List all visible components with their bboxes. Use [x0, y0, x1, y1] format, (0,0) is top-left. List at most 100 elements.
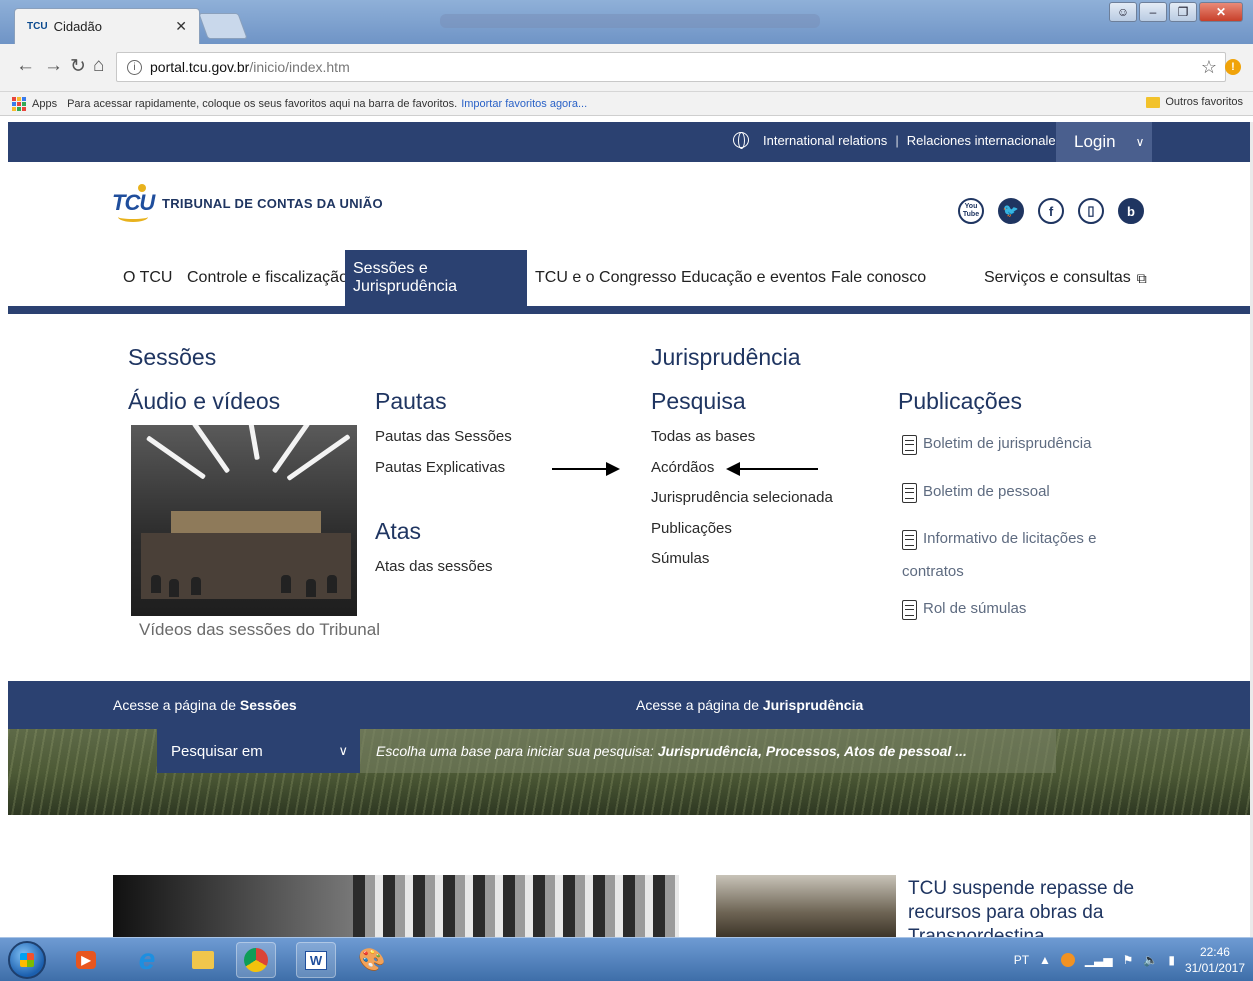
internet-explorer-icon[interactable]: e [127, 942, 167, 978]
link-informativo-contratos[interactable]: contratos [902, 563, 964, 580]
start-button[interactable] [8, 941, 46, 979]
org-name: TRIBUNAL DE CONTAS DA UNIÃO [162, 195, 383, 211]
tcu-logo-mark: TCU [112, 180, 158, 226]
system-tray: PT ▲ ▁▃▅ ⚑ 🔈 ▮ 22:46 31/01/2017 [1014, 942, 1245, 978]
file-explorer-icon[interactable] [183, 942, 223, 978]
bookmarks-hint: Para acessar rapidamente, coloque os seu… [67, 97, 458, 110]
mobile-app-icon[interactable]: ▯ [1078, 198, 1104, 224]
avast-icon[interactable] [1060, 953, 1075, 967]
link-publicacoes[interactable]: Publicações [651, 520, 732, 537]
link-acordaos[interactable]: Acórdãos [651, 459, 714, 476]
blog-icon[interactable]: b [1118, 198, 1144, 224]
link-jurisprudencia-selecionada[interactable]: Jurisprudência selecionada [651, 489, 833, 506]
access-jurisprudencia-link[interactable]: Acesse a página de Jurisprudência [636, 697, 863, 713]
youtube-icon[interactable]: You Tube [958, 198, 984, 224]
nav-o-tcu[interactable]: O TCU [115, 250, 180, 306]
nav-servicos-consultas[interactable]: Serviços e consultas ⧉ [976, 250, 1155, 306]
language-indicator[interactable]: PT [1014, 953, 1029, 967]
bookmark-star-icon[interactable]: ☆ [1201, 57, 1217, 78]
extension-icon[interactable]: ! [1225, 59, 1241, 75]
nav-controle-fiscalizacao[interactable]: Controle e fiscalização [179, 250, 356, 306]
folder-icon [1146, 96, 1161, 108]
nav-fale-conosco[interactable]: Fale conosco [823, 250, 934, 306]
action-center-flag-icon[interactable]: ⚑ [1123, 953, 1134, 967]
home-icon[interactable]: ⌂ [93, 55, 104, 77]
heading-pautas[interactable]: Pautas [375, 388, 447, 415]
heading-pesquisa[interactable]: Pesquisa [651, 388, 746, 415]
news-image-1[interactable] [113, 875, 679, 937]
close-tab-icon[interactable]: ✕ [175, 18, 187, 35]
login-button[interactable]: Login ∨ [1056, 122, 1152, 162]
maximize-button[interactable]: ❐ [1169, 2, 1197, 22]
link-pautas-explicativas[interactable]: Pautas Explicativas [375, 459, 505, 476]
nav-educacao-eventos[interactable]: Educação e eventos [673, 250, 834, 306]
link-todas-bases[interactable]: Todas as bases [651, 428, 755, 445]
twitter-icon[interactable]: 🐦 [998, 198, 1024, 224]
facebook-icon[interactable]: f [1038, 198, 1064, 224]
address-bar[interactable]: i portal.tcu.gov.br/inicio/index.htm [116, 52, 1226, 82]
word-icon[interactable]: W [296, 942, 336, 978]
new-tab-button[interactable] [198, 13, 248, 39]
reload-icon[interactable]: ↻ [70, 55, 86, 78]
apps-link[interactable]: Apps [32, 98, 57, 110]
access-prefix: Acesse a página de [636, 697, 763, 713]
info-icon[interactable]: i [127, 59, 142, 75]
nav-tcu-congresso[interactable]: TCU e o Congresso [527, 250, 684, 306]
access-prefix: Acesse a página de [113, 697, 240, 713]
network-signal-icon[interactable]: ▁▃▅ [1085, 953, 1113, 967]
apps-grid-icon[interactable] [12, 96, 26, 111]
access-bold: Jurisprudência [762, 697, 864, 713]
window-title-blurred [440, 14, 820, 28]
video-caption[interactable]: Vídeos das sessões do Tribunal [139, 620, 380, 640]
pub-label: Rol de súmulas [923, 600, 1027, 617]
heading-sessoes[interactable]: Sessões [128, 344, 216, 371]
forward-arrow-icon[interactable]: → [44, 55, 63, 77]
tab-title: Cidadão [53, 19, 102, 34]
search-input[interactable]: Escolha uma base para iniciar sua pesqui… [360, 729, 1056, 773]
link-informativo-licitacoes[interactable]: Informativo de licitações e [902, 530, 1096, 550]
session-video-thumbnail[interactable] [131, 425, 357, 616]
other-bookmarks[interactable]: Outros favoritos [1146, 96, 1243, 108]
news-image-2[interactable] [716, 875, 896, 937]
link-boletim-jurisprudencia[interactable]: Boletim de jurisprudência [902, 435, 1091, 455]
chrome-icon[interactable] [236, 942, 276, 978]
media-player-icon[interactable]: ▶ [66, 942, 106, 978]
back-arrow-icon[interactable]: ← [16, 55, 35, 77]
heading-audio-videos[interactable]: Áudio e vídeos [128, 388, 280, 415]
heading-publicacoes[interactable]: Publicações [898, 388, 1022, 415]
site-header: TCU TRIBUNAL DE CONTAS DA UNIÃO You Tube … [8, 162, 1250, 250]
link-pautas-sessoes[interactable]: Pautas das Sessões [375, 428, 512, 445]
heading-jurisprudencia[interactable]: Jurisprudência [651, 344, 801, 371]
document-icon [902, 600, 917, 620]
clock[interactable]: 22:46 31/01/2017 [1185, 944, 1245, 976]
link-boletim-pessoal[interactable]: Boletim de pessoal [902, 483, 1050, 503]
show-hidden-icons[interactable]: ▲ [1039, 953, 1051, 967]
search-placeholder-bold: Jurisprudência, Processos, Atos de pesso… [657, 743, 967, 759]
tcu-logo[interactable]: TCU TRIBUNAL DE CONTAS DA UNIÃO [112, 180, 383, 226]
news-headline[interactable]: TCU suspende repasse de recursos para ob… [908, 877, 1148, 937]
intl-es-link[interactable]: Relaciones internacionales [907, 133, 1062, 148]
import-bookmarks-link[interactable]: Importar favoritos agora... [461, 98, 587, 110]
intl-en-link[interactable]: International relations [763, 133, 887, 148]
heading-atas[interactable]: Atas [375, 518, 421, 545]
nav-servicos-label: Serviços e consultas [984, 269, 1131, 286]
window-titlebar: TCU Cidadão ✕ ☺ – ❐ ✕ [0, 0, 1253, 44]
nav-sessoes-jurisprudencia[interactable]: Sessões e Jurisprudência [345, 250, 527, 306]
user-icon[interactable]: ☺ [1109, 2, 1137, 22]
link-sumulas[interactable]: Súmulas [651, 550, 709, 567]
link-rol-sumulas[interactable]: Rol de súmulas [902, 600, 1026, 620]
site-top-bar: International relations | Relaciones int… [8, 122, 1250, 162]
browser-toolbar: ← → ↻ ⌂ i portal.tcu.gov.br/inicio/index… [0, 44, 1253, 92]
link-atas-sessoes[interactable]: Atas das sessões [375, 558, 493, 575]
chevron-down-icon: ∨ [338, 743, 348, 758]
power-plug-icon[interactable]: ▮ [1168, 953, 1175, 967]
browser-tab[interactable]: TCU Cidadão ✕ [14, 8, 200, 44]
search-base-select[interactable]: Pesquisar em ∨ [157, 729, 360, 773]
volume-icon[interactable]: 🔈 [1143, 953, 1158, 967]
minimize-button[interactable]: – [1139, 2, 1167, 22]
close-window-button[interactable]: ✕ [1199, 2, 1243, 22]
access-sessoes-link[interactable]: Acesse a página de Sessões [113, 697, 297, 713]
document-icon [902, 435, 917, 455]
paint-icon[interactable]: 🎨 [352, 942, 392, 978]
access-bold: Sessões [239, 697, 297, 713]
